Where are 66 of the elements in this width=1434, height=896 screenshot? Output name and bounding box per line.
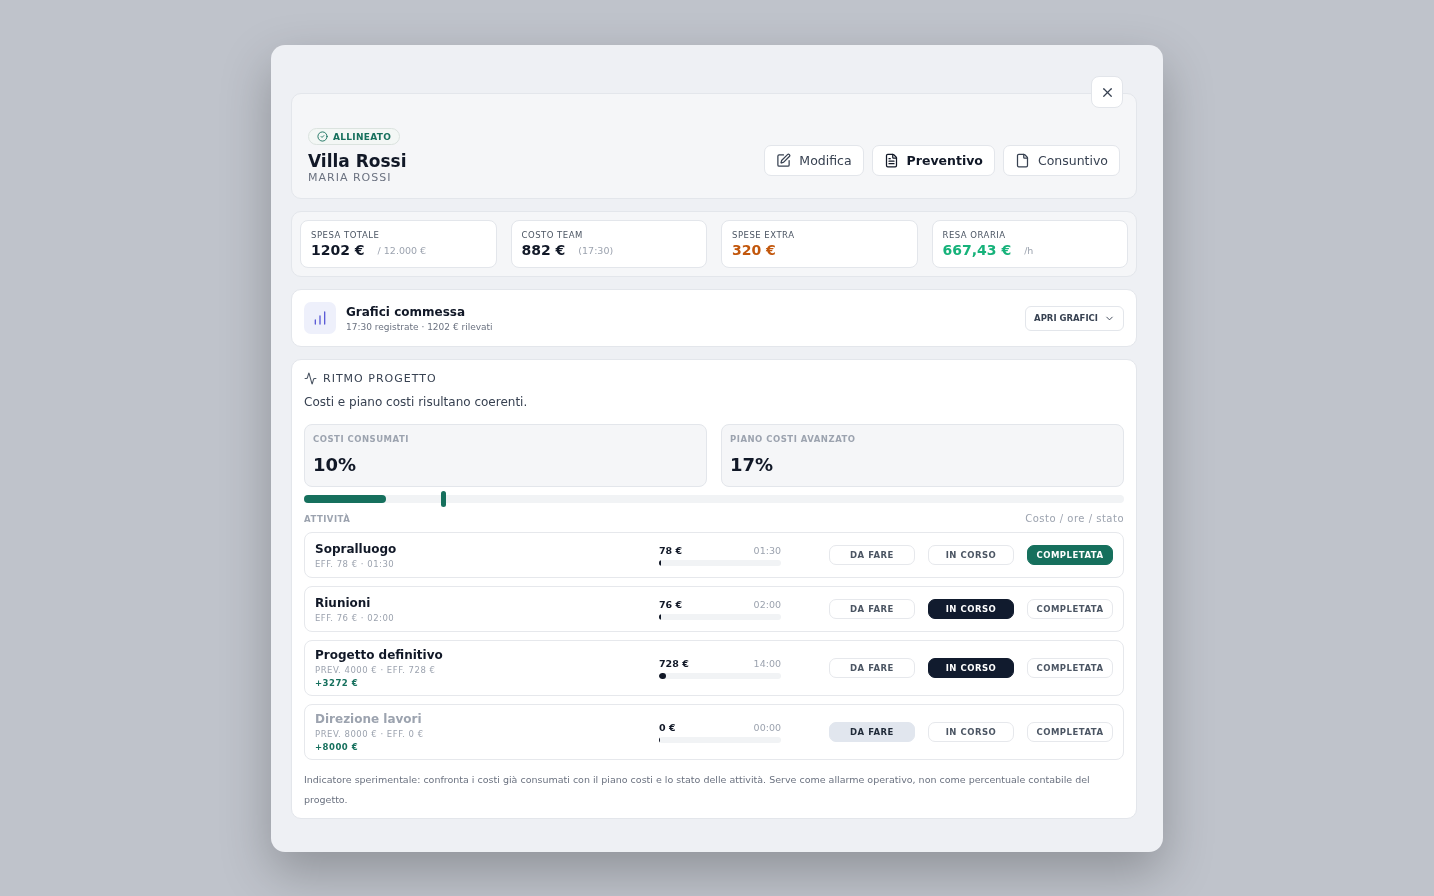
activity-detail: EFF. 78 € · 01:30: [315, 558, 395, 569]
status-chip[interactable]: IN CORSO: [928, 545, 1014, 565]
activity-hours: 02:00: [753, 598, 781, 610]
stat-value: 320 €: [732, 242, 776, 258]
activity-name: Riunioni: [315, 595, 371, 610]
status-chip[interactable]: COMPLETATA: [1027, 545, 1113, 565]
status-chip[interactable]: IN CORSO: [928, 599, 1014, 619]
open-charts-button[interactable]: APRI GRAFICI: [1025, 305, 1124, 331]
stat-label: RESA ORARIA: [942, 230, 1007, 240]
stat-value: 667,43 €: [942, 242, 1012, 258]
check-circle-icon: [317, 131, 328, 142]
panel-subtitle: 17:30 registrate · 1202 € rilevati: [346, 321, 493, 332]
panel-title: Grafici commessa: [346, 304, 466, 319]
activity-cost: 78 €: [659, 544, 683, 556]
document-icon: [1014, 153, 1030, 168]
chart-icon: [304, 302, 336, 334]
activity-hours: 14:00: [753, 657, 781, 669]
pencil-icon: [776, 153, 792, 168]
stat-value: 882 €: [521, 242, 566, 258]
activity-delta: +8000 €: [315, 742, 359, 752]
activity-hours: 01:30: [753, 544, 781, 556]
stat-suffix: (17:30): [578, 244, 614, 256]
stat-label: SPESA TOTALE: [311, 230, 381, 240]
list-label: ATTIVITÀ: [304, 513, 351, 524]
document-button[interactable]: Consuntivo: [1002, 145, 1120, 176]
status-chip[interactable]: IN CORSO: [928, 658, 1014, 678]
document-button[interactable]: Preventivo: [871, 145, 995, 176]
status-chip[interactable]: COMPLETATA: [1027, 658, 1113, 678]
status-badge: ALLINEATO: [308, 128, 401, 145]
status-chip[interactable]: COMPLETATA: [1027, 722, 1113, 742]
activity-name: Sopralluogo: [315, 541, 397, 556]
pulse-icon: [304, 372, 317, 385]
stat-label: SPESE EXTRA: [732, 230, 796, 240]
edit-button[interactable]: Modifica: [764, 145, 864, 176]
client-name: MARIA ROSSI: [308, 171, 392, 184]
status-chip[interactable]: COMPLETATA: [1027, 599, 1113, 619]
activity-cost: 0 €: [659, 721, 676, 733]
status-chip[interactable]: DA FARE: [829, 658, 915, 678]
summary-text: Costi e piano costi risultano coerenti.: [304, 395, 528, 409]
status-chip[interactable]: DA FARE: [829, 722, 915, 742]
activity-hours: 00:00: [753, 721, 781, 733]
columns-label: Costo / ore / stato: [1025, 513, 1124, 524]
activity-detail: EFF. 76 € · 02:00: [315, 612, 395, 623]
activity-name: Direzione lavori: [315, 712, 422, 726]
activity-name: Progetto definitivo: [315, 648, 443, 662]
activity-detail: PREV. 4000 € · EFF. 728 €: [315, 665, 436, 675]
close-button[interactable]: [1091, 76, 1123, 108]
footnote: Indicatore sperimentale: confronta i costi già consumati con il piano costi e lo stato delle attività. Serve come allarme operativo, non come percentuale contabile del progetto.: [304, 774, 1090, 805]
metric-value: 10%: [313, 454, 358, 475]
metric-value: 17%: [730, 454, 775, 475]
activity-delta: +3272 €: [315, 678, 359, 688]
status-chip[interactable]: DA FARE: [829, 545, 915, 565]
stat-value: 1202 €: [311, 242, 365, 258]
metric-label: COSTI CONSUMATI: [313, 434, 410, 444]
project-title: Villa Rossi: [308, 151, 407, 171]
stat-suffix: /h: [1024, 244, 1034, 256]
status-chip[interactable]: IN CORSO: [928, 722, 1014, 742]
metric-label: PIANO COSTI AVANZATO: [730, 434, 857, 444]
stat-suffix: / 12.000 €: [377, 244, 427, 256]
activity-cost: 76 €: [659, 598, 683, 610]
activity-cost: 728 €: [659, 657, 689, 669]
activity-detail: PREV. 8000 € · EFF. 0 €: [315, 729, 424, 739]
status-chip[interactable]: DA FARE: [829, 599, 915, 619]
document-icon: [883, 153, 899, 168]
stat-label: COSTO TEAM: [521, 230, 584, 240]
section-title: RITMO PROGETTO: [323, 372, 437, 385]
